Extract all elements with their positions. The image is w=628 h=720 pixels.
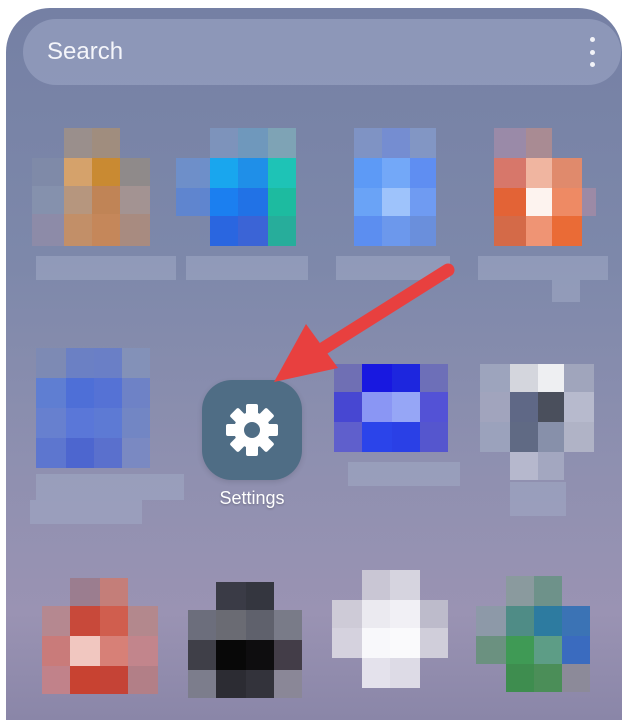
- app-icon-blurred-6[interactable]: [328, 364, 468, 504]
- gear-icon: [226, 404, 278, 456]
- app-icon-blurred-8[interactable]: [42, 578, 172, 718]
- app-icon-blurred-4[interactable]: [472, 128, 612, 302]
- app-icon-blurred-3[interactable]: [324, 128, 464, 298]
- settings-app-tile: [202, 380, 302, 480]
- settings-app-label: Settings: [219, 488, 285, 508]
- app-icon-blurred-2[interactable]: [176, 128, 316, 298]
- more-options-icon[interactable]: [585, 37, 599, 67]
- app-icon-blurred-1[interactable]: [32, 128, 176, 298]
- app-icon-blurred-5[interactable]: [30, 348, 184, 528]
- app-icon-blurred-9[interactable]: [188, 582, 318, 720]
- app-icon-blurred-11[interactable]: [476, 576, 606, 716]
- settings-app[interactable]: Settings: [200, 380, 304, 516]
- app-drawer: Search Settings: [6, 8, 622, 720]
- app-icon-blurred-10[interactable]: [332, 570, 462, 710]
- app-icon-blurred-7[interactable]: [476, 364, 616, 524]
- search-bar[interactable]: Search: [23, 19, 621, 85]
- search-label: Search: [47, 38, 124, 65]
